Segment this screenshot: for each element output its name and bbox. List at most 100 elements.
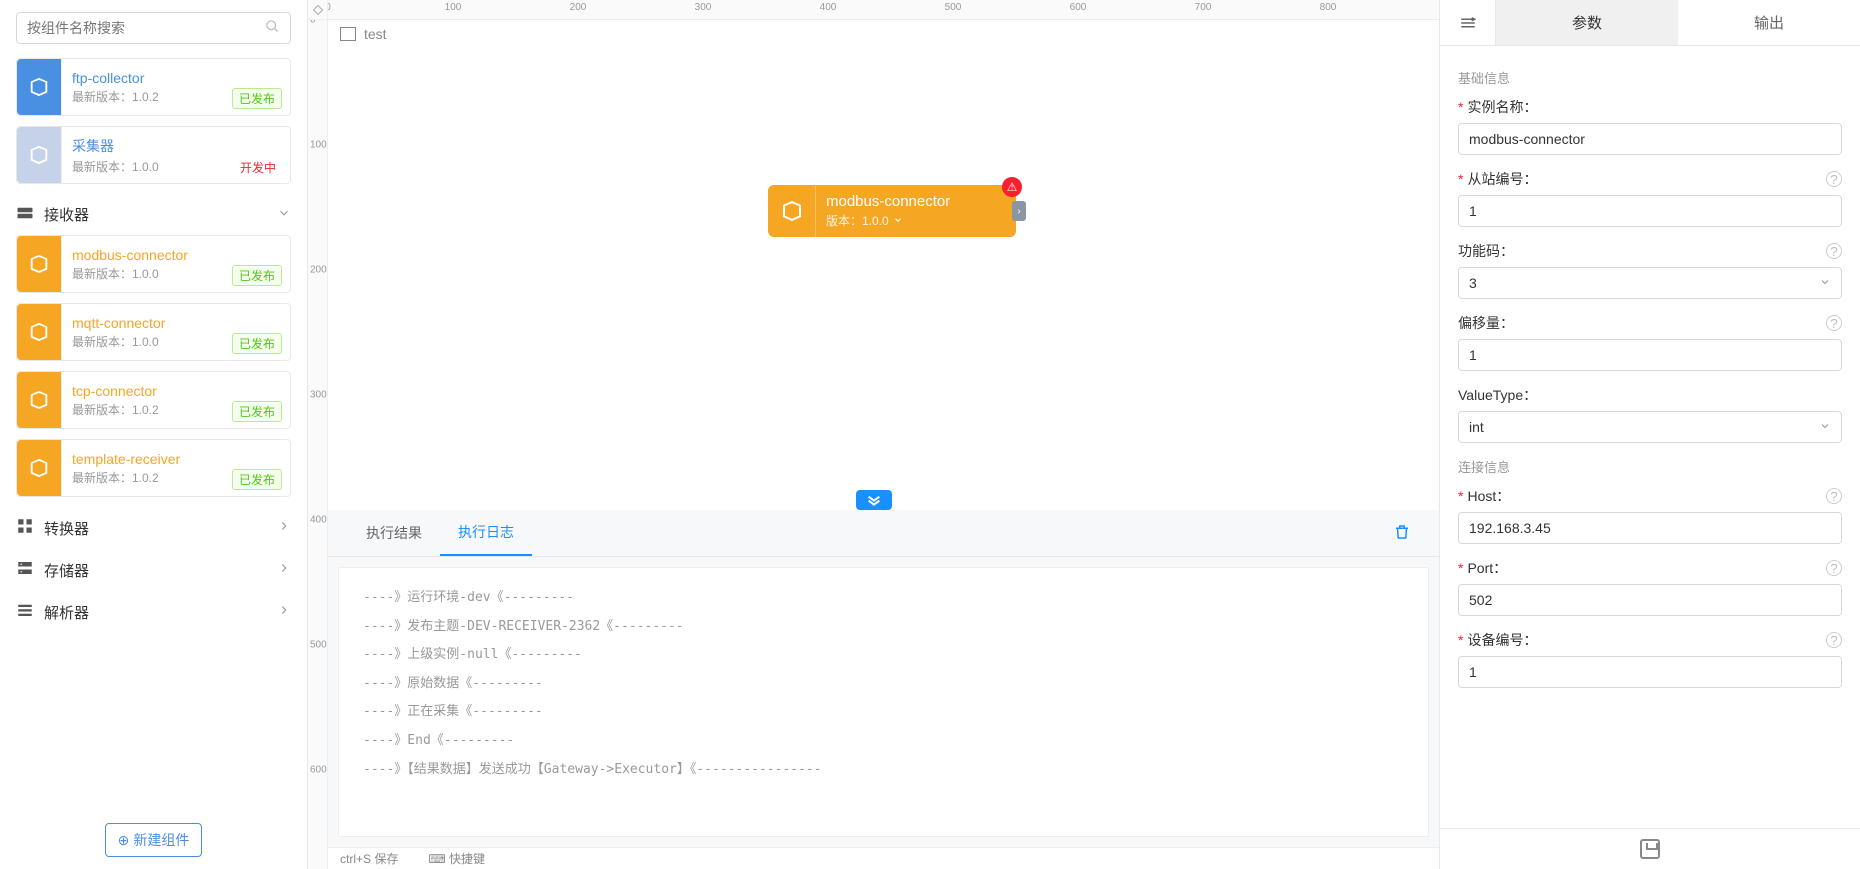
log-line: ----》上级实例-null《--------- [363,641,1404,670]
ruler-origin-icon[interactable] [308,0,328,20]
device-id-input[interactable] [1458,656,1842,688]
help-icon[interactable]: ? [1826,632,1842,648]
sidebar: ftp-collector 最新版本：1.0.2 已发布 采集器 最新版本：1.… [0,0,308,869]
warning-icon[interactable]: ⚠ [1002,177,1022,197]
package-icon [17,440,61,496]
category-label: 转换器 [44,518,89,539]
status-badge: 已发布 [232,265,282,286]
status-bar: ctrl+S 保存 ⌨ 快捷键 [328,847,1439,869]
search-box[interactable] [16,12,291,44]
instance-name-input[interactable] [1458,123,1842,155]
node-output-handle[interactable]: › [1012,201,1026,221]
package-icon [17,372,61,428]
category-parser[interactable]: 解析器 [16,591,291,633]
chevron-down-icon [277,206,291,224]
clear-log-button[interactable] [1385,523,1419,544]
category-label: 接收器 [44,204,89,225]
field-device-id: *设备编号：? [1458,630,1842,688]
log-line: ----》End《--------- [363,727,1404,756]
package-icon [17,236,61,292]
field-func-code: 功能码：? 3 [1458,241,1842,299]
package-icon [17,127,61,183]
new-component-button[interactable]: ⊕ 新建组件 [105,823,203,857]
sidebar-item-ftp-collector[interactable]: ftp-collector 最新版本：1.0.2 已发布 [16,58,291,116]
category-label: 解析器 [44,602,89,623]
help-icon[interactable]: ? [1826,315,1842,331]
canvas-node-modbus-connector[interactable]: modbus-connector 版本：1.0.0 ⚠ › [768,185,1016,237]
status-badge: 已发布 [232,333,282,354]
log-panel: 执行结果 执行日志 ----》运行环境-dev《-------------》发布… [328,510,1439,847]
category-label: 存储器 [44,560,89,581]
search-icon [265,19,280,37]
log-line: ----》正在采集《--------- [363,698,1404,727]
chevron-right-icon [277,561,291,579]
server-icon [16,206,36,224]
component-title: modbus-connector [72,247,280,263]
section-basic: 基础信息 [1458,68,1842,87]
category-storage[interactable]: 存储器 [16,549,291,591]
ruler-vertical: 0100200300400500600 [308,20,328,869]
tab-params[interactable]: 参数 [1496,0,1678,45]
tab-collapse-icon[interactable] [1440,0,1496,45]
storage-icon [16,559,36,581]
node-version-dropdown[interactable]: 版本：1.0.0 [826,212,1006,229]
log-tabs: 执行结果 执行日志 [328,510,1439,557]
help-icon[interactable]: ? [1826,488,1842,504]
status-save-hint: ctrl+S 保存 [340,850,398,867]
status-badge: 已发布 [232,401,282,422]
tab-exec-result[interactable]: 执行结果 [348,511,440,555]
grid-icon [16,517,36,539]
image-icon [340,27,356,41]
canvas-title-text: test [364,26,387,42]
field-slave-id: *从站编号：? [1458,169,1842,227]
help-icon[interactable]: ? [1826,243,1842,259]
sidebar-item-tcp-connector[interactable]: tcp-connector 最新版本：1.0.2 已发布 [16,371,291,429]
sidebar-item-modbus-connector[interactable]: modbus-connector 最新版本：1.0.0 已发布 [16,235,291,293]
component-title: mqtt-connector [72,315,280,331]
status-badge: 开发中 [234,158,282,177]
right-tabs: 参数 输出 [1440,0,1860,46]
sidebar-item-mqtt-connector[interactable]: mqtt-connector 最新版本：1.0.0 已发布 [16,303,291,361]
component-title: tcp-connector [72,383,280,399]
collapse-panel-button[interactable] [856,490,892,510]
sidebar-item-template-receiver[interactable]: template-receiver 最新版本：1.0.2 已发布 [16,439,291,497]
package-icon [17,304,61,360]
log-line: ----》【结果数据】发送成功【Gateway->Executor】《-----… [363,756,1404,785]
save-button[interactable] [1640,839,1660,859]
category-receiver[interactable]: 接收器 [16,194,291,235]
canvas-area[interactable]: 0100200300400500600700800900 01002003004… [308,0,1439,869]
log-line: ----》运行环境-dev《--------- [363,584,1404,613]
log-body[interactable]: ----》运行环境-dev《-------------》发布主题-DEV-REC… [338,567,1429,837]
slave-id-input[interactable] [1458,195,1842,227]
chevron-right-icon [277,603,291,621]
port-input[interactable] [1458,584,1842,616]
chevron-down-icon [1819,275,1831,291]
right-panel: 参数 输出 基础信息 *实例名称： *从站编号：? 功能码：? 3 偏移量：? … [1440,0,1860,869]
search-input[interactable] [27,20,265,36]
offset-input[interactable] [1458,339,1842,371]
tab-output[interactable]: 输出 [1678,0,1860,45]
list-icon [16,601,36,623]
canvas-title: test [340,26,387,42]
category-converter[interactable]: 转换器 [16,507,291,549]
tab-exec-log[interactable]: 执行日志 [440,510,532,556]
log-line: ----》发布主题-DEV-RECEIVER-2362《--------- [363,613,1404,642]
status-badge: 已发布 [232,88,282,109]
field-port: *Port：? [1458,558,1842,616]
help-icon[interactable]: ? [1826,560,1842,576]
func-code-select[interactable]: 3 [1458,267,1842,299]
package-icon [17,59,61,115]
field-instance-name: *实例名称： [1458,97,1842,155]
value-type-select[interactable]: int [1458,411,1842,443]
new-component-label: 新建组件 [133,830,189,850]
status-badge: 已发布 [232,469,282,490]
package-icon [768,185,816,237]
component-title: 采集器 [72,136,280,156]
field-offset: 偏移量：? [1458,313,1842,371]
log-line: ----》原始数据《--------- [363,670,1404,699]
sidebar-item-collector[interactable]: 采集器 最新版本：1.0.0 开发中 [16,126,291,184]
component-list: ftp-collector 最新版本：1.0.2 已发布 采集器 最新版本：1.… [16,58,291,811]
help-icon[interactable]: ? [1826,171,1842,187]
host-input[interactable] [1458,512,1842,544]
plus-icon: ⊕ [118,832,130,849]
